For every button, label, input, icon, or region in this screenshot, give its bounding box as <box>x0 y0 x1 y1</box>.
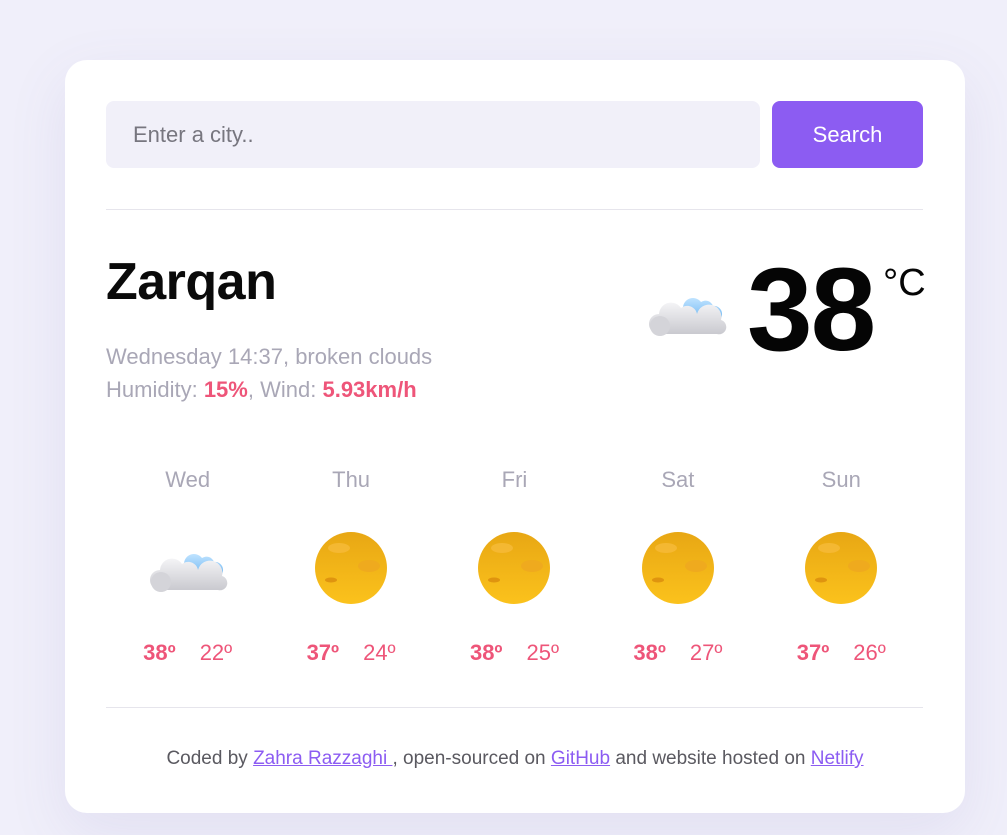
footer-suffix: and website hosted on <box>610 748 811 769</box>
bottom-divider <box>106 707 923 708</box>
forecast-min-temp: 24º <box>363 640 396 665</box>
sun-icon <box>474 528 554 608</box>
city-search-input[interactable] <box>106 101 760 168</box>
forecast-day: Wed 38º 22º <box>106 460 269 680</box>
forecast-day: Thu 37º 24º <box>269 460 432 680</box>
forecast-temps: 37º 24º <box>269 640 432 666</box>
forecast-day-name: Fri <box>501 467 528 492</box>
sun-icon <box>311 528 391 608</box>
city-name: Zarqan <box>106 253 277 311</box>
humidity-value: 15% <box>203 377 248 402</box>
forecast-min-temp: 22º <box>199 640 233 665</box>
sun-icon <box>638 528 718 608</box>
forecast: Wed 38º 22º Thu 37º 24º Fri 38º 25º Sat 38º… <box>106 460 923 680</box>
footer-prefix: Coded by <box>166 748 254 769</box>
search-form: Search <box>106 101 923 168</box>
broken-clouds-icon <box>647 282 727 342</box>
forecast-day: Sat 38º 27º <box>596 460 759 680</box>
footer: Coded by Zahra Razzaghi , open-sourced o… <box>65 748 965 770</box>
humidity-wind-line: Humidity: 15%, Wind: 5.93km/h <box>106 377 417 402</box>
netlify-link[interactable]: Netlify <box>811 748 864 769</box>
forecast-max-temp: 37º <box>306 640 340 665</box>
forecast-max-temp: 38º <box>469 640 503 665</box>
forecast-day-name: Sun <box>821 467 861 492</box>
wind-label: Wind: <box>260 377 317 402</box>
current-datetime: Wednesday 14:37 <box>106 344 283 369</box>
sun-icon <box>801 528 881 608</box>
humidity-label: Humidity: <box>106 377 198 402</box>
forecast-day: Fri 38º 25º <box>433 460 596 680</box>
footer-middle: , open-sourced on <box>392 748 551 769</box>
search-button[interactable]: Search <box>772 101 923 168</box>
forecast-day: Sun 37º 26º <box>760 460 923 680</box>
forecast-min-temp: 25º <box>526 640 559 665</box>
forecast-max-temp: 37º <box>796 640 830 665</box>
top-divider <box>106 209 923 210</box>
forecast-min-temp: 26º <box>853 640 886 665</box>
forecast-temps: 38º 27º <box>596 640 759 666</box>
broken-clouds-icon <box>149 554 227 592</box>
forecast-day-name: Thu <box>332 467 371 492</box>
current-details: Wednesday 14:37, broken clouds Humidity:… <box>106 340 432 406</box>
current-temperature: 38 <box>747 244 876 376</box>
github-link[interactable]: GitHub <box>551 748 610 769</box>
forecast-max-temp: 38º <box>633 640 666 665</box>
forecast-temps: 37º 26º <box>760 640 923 666</box>
temperature-unit[interactable]: °C <box>883 262 926 305</box>
forecast-temps: 38º 22º <box>106 640 269 666</box>
weather-card: Search Zarqan Wednesday 14:37, broken cl… <box>65 60 965 813</box>
weather-description: broken clouds <box>295 344 433 369</box>
wind-value: 5.93km/h <box>322 377 417 402</box>
author-link[interactable]: Zahra Razzaghi <box>253 748 392 769</box>
forecast-temps: 38º 25º <box>433 640 596 666</box>
forecast-max-temp: 38º <box>143 640 176 665</box>
date-description-line: Wednesday 14:37, broken clouds <box>106 344 433 369</box>
forecast-day-name: Wed <box>165 467 211 492</box>
forecast-day-name: Sat <box>661 467 695 492</box>
forecast-min-temp: 27º <box>689 640 723 665</box>
